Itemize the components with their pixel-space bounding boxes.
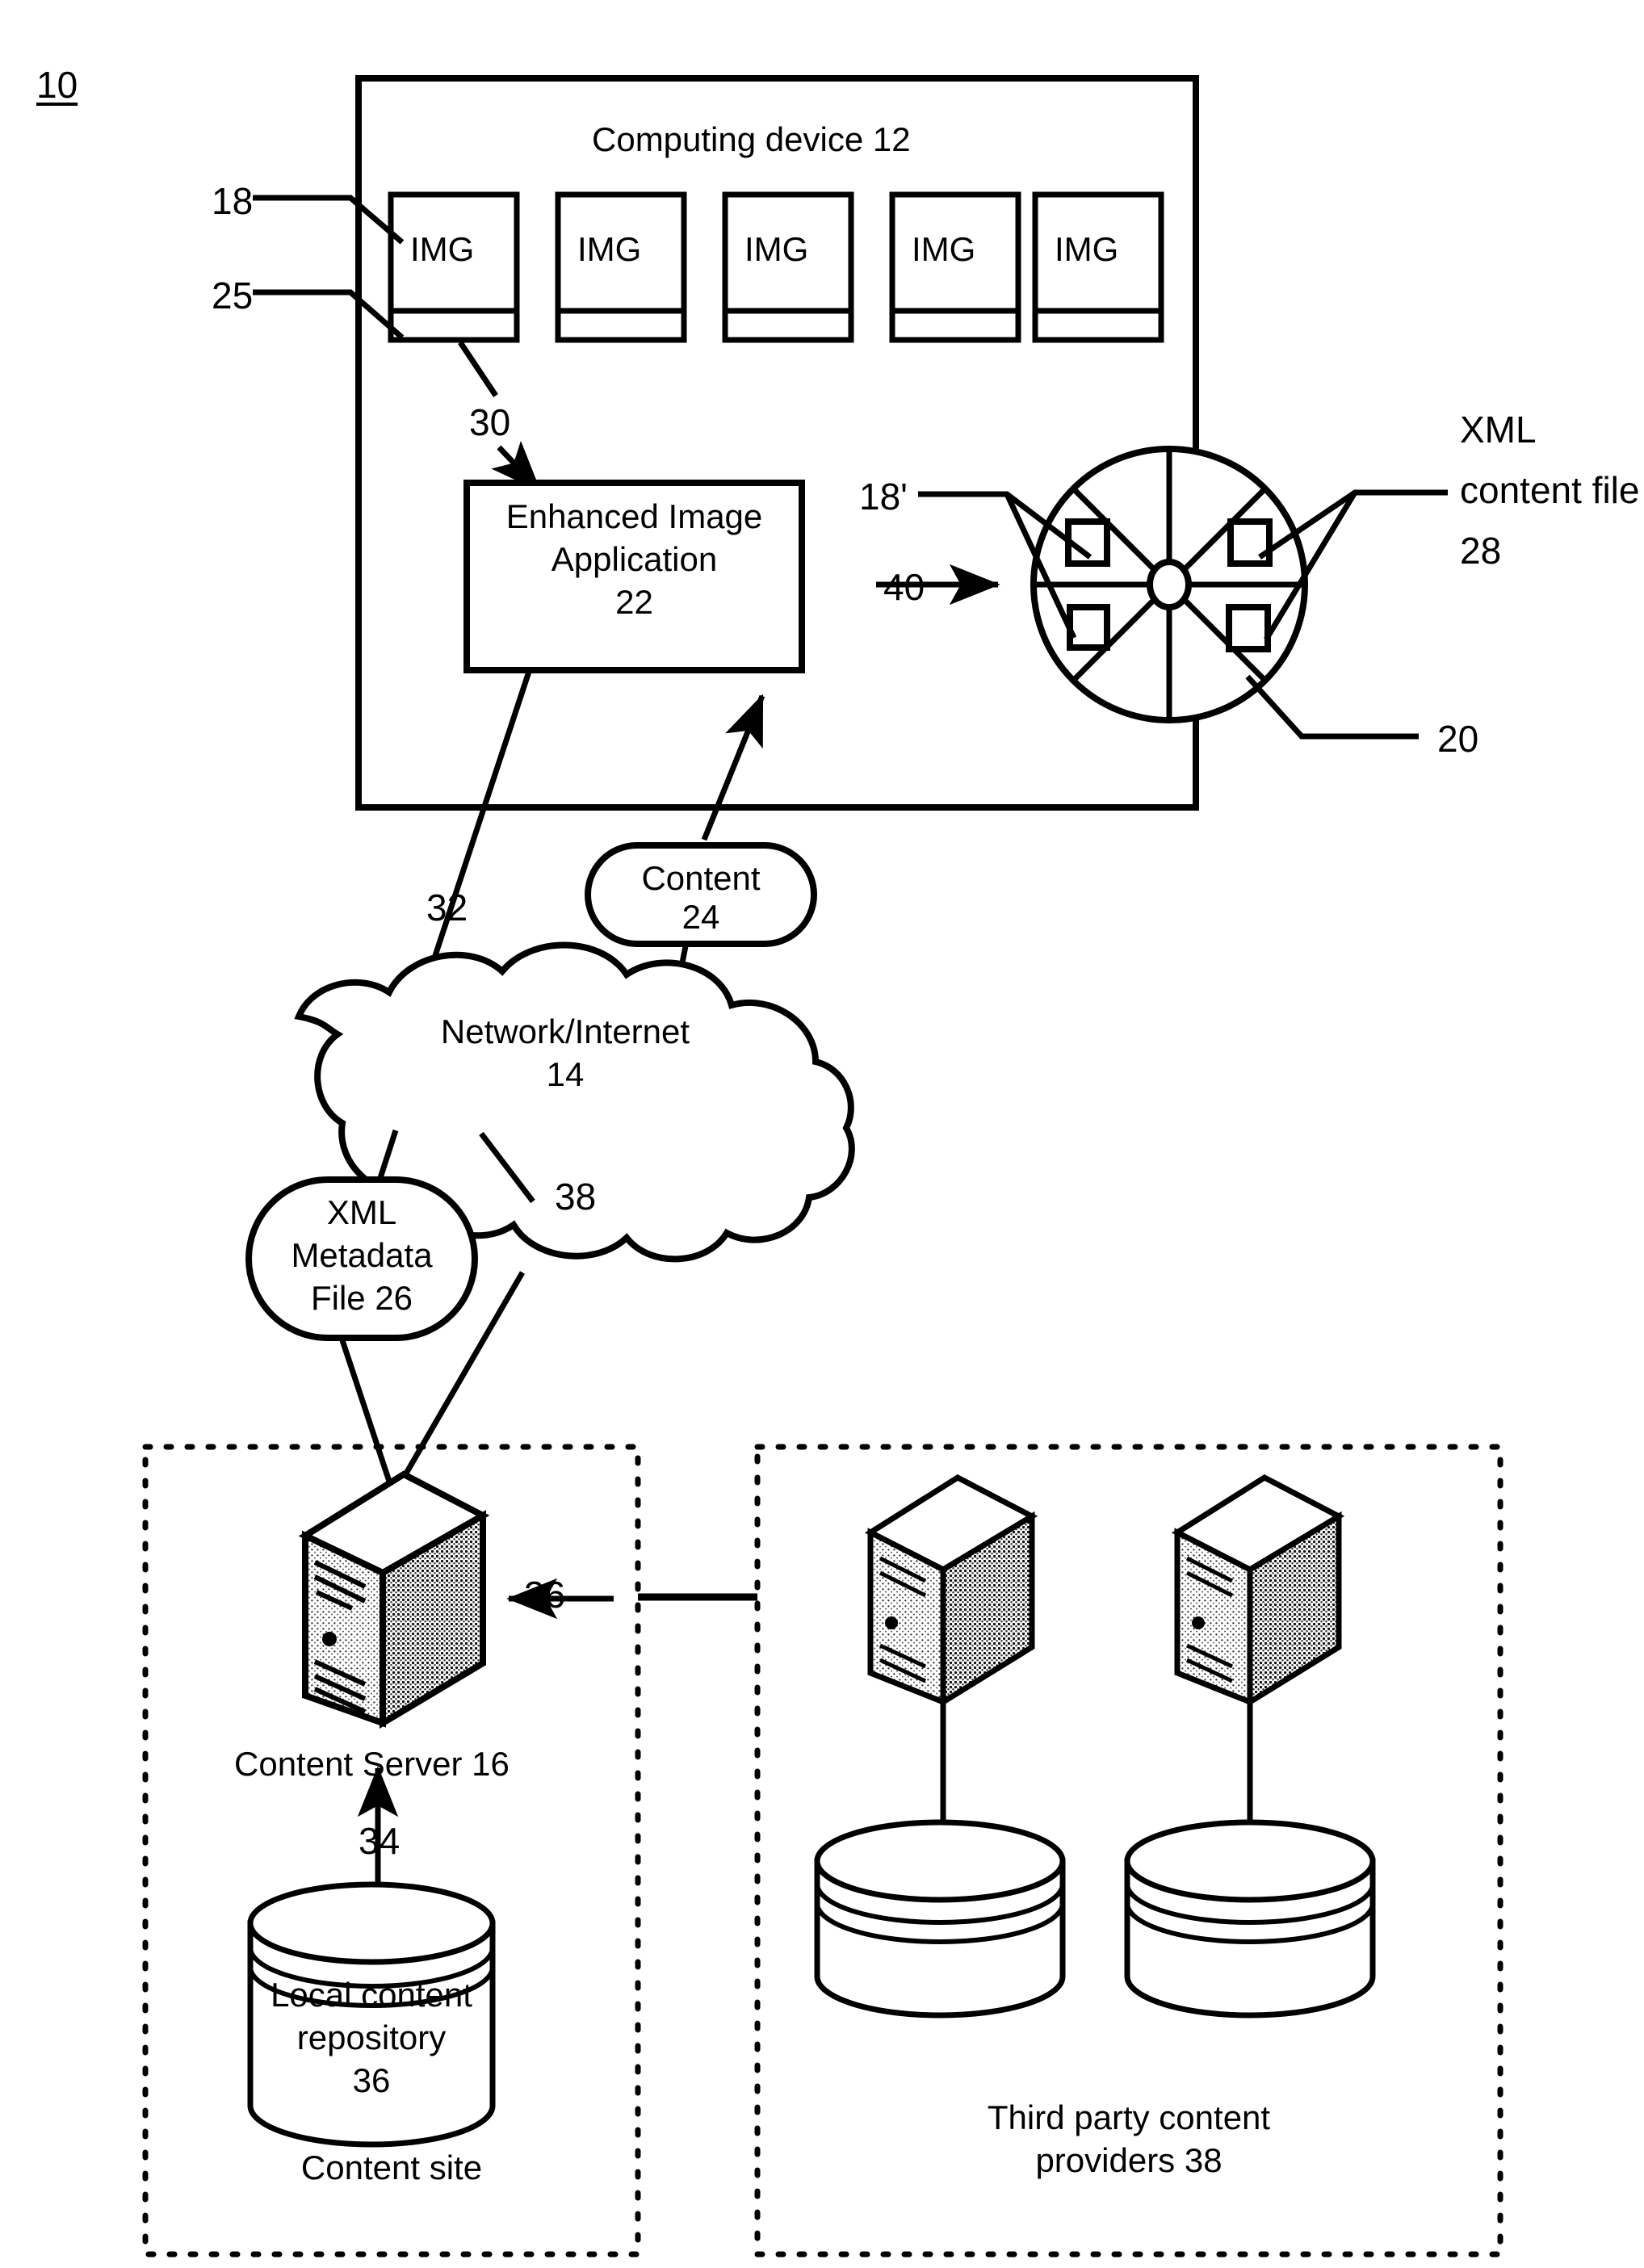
third-party-database-1	[814, 1819, 1066, 2019]
ref-34: 34	[359, 1820, 401, 1862]
third-party-database-2	[1124, 1819, 1376, 2019]
repository-ref-36: 36	[352, 2061, 391, 2099]
figure-number: 10	[36, 64, 78, 106]
xml-content-file-ref-28: 28	[1460, 530, 1502, 572]
third-party-server-2	[1171, 1474, 1345, 1847]
content-server-label: Content Server 16	[234, 1745, 510, 1783]
network-cloud-ref-14: 14	[546, 1055, 585, 1093]
ref-40: 40	[883, 566, 925, 608]
content-site-caption: Content site	[300, 2149, 483, 2186]
application-title-line1: Enhanced Image	[505, 497, 763, 535]
metadata-bubble-line2: Metadata	[291, 1236, 433, 1274]
img-tile-label[interactable]: IMG	[744, 229, 808, 270]
img-tile-label[interactable]: IMG	[1055, 229, 1118, 270]
ref-32: 32	[426, 887, 468, 929]
third-party-server-1	[864, 1474, 1038, 1847]
img-tile-label[interactable]: IMG	[410, 229, 474, 270]
content-bubble-ref-24: 24	[682, 898, 720, 936]
network-cloud-label: Network/Internet	[440, 1012, 690, 1050]
content-server-icon	[298, 1470, 490, 1729]
application-ref-22: 22	[615, 583, 653, 621]
third-party-caption-line1: Third party content	[987, 2098, 1271, 2136]
ref-30: 30	[469, 401, 511, 443]
diagram-vector-layer	[142, 75, 1504, 2258]
content-bubble-label: Content	[641, 859, 761, 897]
metadata-bubble-line1: XML	[326, 1193, 397, 1231]
metadata-bubble-ref-26: File 26	[310, 1279, 413, 1317]
ref-25: 25	[212, 275, 254, 317]
patent-figure: 10 Computing device 12 IMG IMG IMG IMG I…	[0, 0, 1644, 2268]
repository-line2: repository	[296, 2019, 447, 2056]
ref-38: 38	[555, 1176, 597, 1218]
img-tile-label[interactable]: IMG	[577, 229, 641, 270]
ref-20: 20	[1437, 718, 1479, 760]
ref-18-prime: 18'	[859, 476, 908, 518]
content-wheel	[1030, 446, 1308, 723]
ref-36-server: 36	[524, 1574, 566, 1616]
repository-line1: Local content	[271, 1976, 472, 2014]
ref-18: 18	[212, 180, 254, 222]
xml-content-file-line2: content file	[1460, 469, 1640, 511]
application-title-line2: Application	[551, 540, 718, 578]
img-tile-label[interactable]: IMG	[912, 229, 975, 270]
third-party-caption-line2: providers 38	[1035, 2141, 1223, 2179]
computing-device-title: Computing device 12	[592, 120, 911, 158]
xml-content-file-line1: XML	[1460, 409, 1537, 451]
